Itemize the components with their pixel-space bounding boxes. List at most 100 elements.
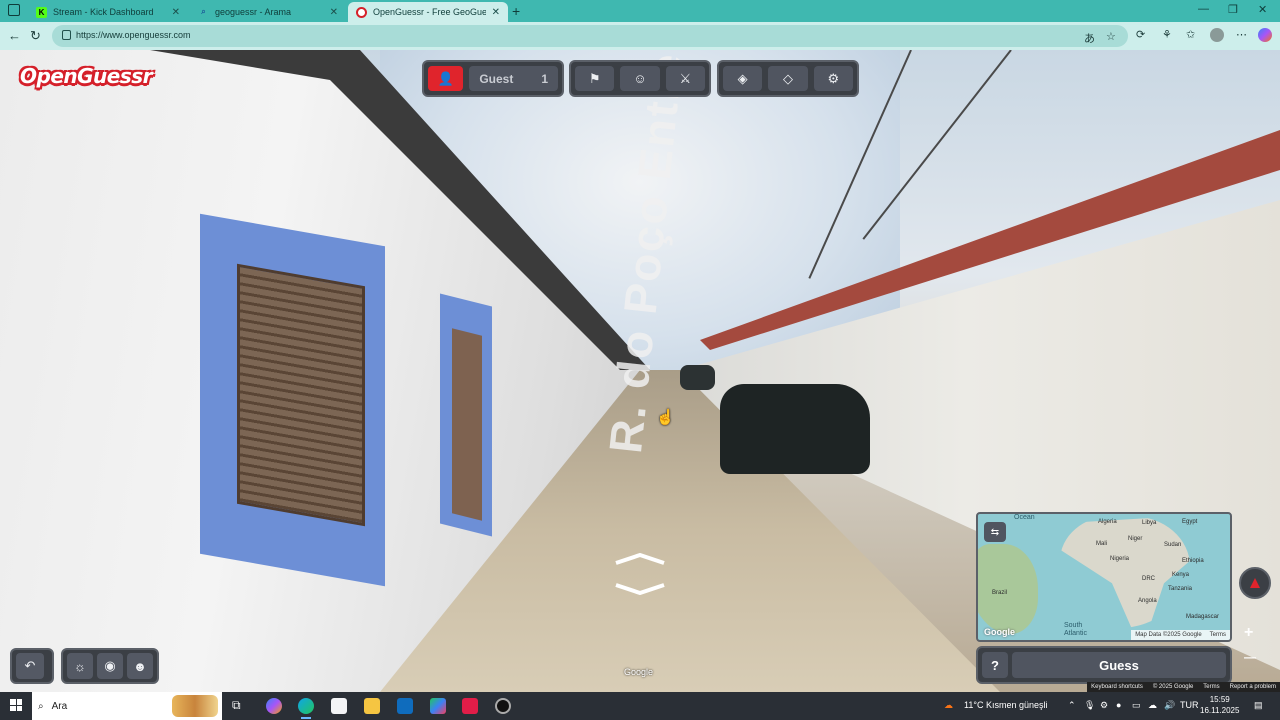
browser-tab-strip: K Stream - Kick Dashboard ✕ ⌕ geoguessr … <box>0 0 1280 22</box>
minimize-button[interactable]: — <box>1198 3 1209 15</box>
map-terms-link[interactable]: Terms <box>1210 632 1226 638</box>
tab-title: geoguessr - Arama <box>215 7 292 17</box>
file-explorer-icon[interactable] <box>364 698 380 714</box>
translate-icon[interactable]: あ <box>1084 30 1095 46</box>
cloud-icon[interactable]: ☁ <box>1148 700 1157 711</box>
multiplayer-button[interactable]: ☺ <box>620 66 660 91</box>
battle-button[interactable]: ⚔ <box>665 66 705 91</box>
compass[interactable] <box>1239 567 1271 599</box>
player-panel: 👤 Guest 1 <box>422 60 564 97</box>
favorites-icon[interactable]: ✩ <box>1186 28 1195 41</box>
restore-button[interactable]: ❐ <box>1228 3 1238 16</box>
leaderboard-button[interactable]: ⚑ <box>575 66 615 91</box>
openguessr-icon <box>356 6 367 18</box>
close-icon[interactable]: ✕ <box>172 7 180 18</box>
more-menu-icon[interactable]: ⋯ <box>1236 28 1247 41</box>
map-label: Algeria <box>1098 519 1117 525</box>
zoom-out-button[interactable]: — <box>1244 650 1256 664</box>
profile-avatar[interactable] <box>1210 28 1224 42</box>
map-settings-button[interactable]: ⇆ <box>984 522 1006 542</box>
tray-app-icon[interactable]: ⚙ <box>1100 700 1108 711</box>
settings-panel: ◈ ◇ ⚙ <box>717 60 859 97</box>
reddit-button[interactable]: ☻ <box>127 653 153 679</box>
discord-button[interactable]: ◉ <box>97 653 123 679</box>
favorite-star-icon[interactable]: ☆ <box>1106 30 1116 43</box>
openguessr-logo[interactable]: OpenGuessr <box>20 64 153 88</box>
guess-minimap[interactable]: Ocean Algeria Libya Egypt Mali Niger Sud… <box>976 512 1232 642</box>
help-button[interactable]: ? <box>982 652 1008 678</box>
layers-icon: ◈ <box>737 70 748 86</box>
url-field[interactable]: https://www.openguessr.com あ ☆ <box>52 25 1128 47</box>
search-icon: ⌕ <box>38 700 44 712</box>
mode-panel: ⚑ ☺ ⚔ <box>569 60 711 97</box>
task-view-icon[interactable]: ⧉ <box>232 698 248 714</box>
tab-search[interactable]: ⌕ geoguessr - Arama ✕ <box>190 2 346 22</box>
crossed-swords-icon: ⚔ <box>679 70 692 86</box>
google-logo: Google <box>984 627 1015 637</box>
weather-text[interactable]: 11°C Kısmen güneşli <box>964 700 1047 710</box>
tab-title: OpenGuessr - Free GeoGuessr Alt <box>373 7 486 17</box>
copilot-app-icon[interactable] <box>266 698 282 714</box>
store-icon[interactable] <box>331 698 347 714</box>
outlook-icon[interactable] <box>397 698 413 714</box>
clock[interactable]: 15:59 16.11.2025 <box>1200 694 1239 716</box>
map-label: Madagascar <box>1186 614 1220 620</box>
new-tab-button[interactable]: + <box>512 3 520 19</box>
site-info-icon[interactable] <box>62 30 71 40</box>
player-count: 1 <box>541 71 548 86</box>
tab-title: Stream - Kick Dashboard <box>53 7 154 17</box>
tab-kick[interactable]: K Stream - Kick Dashboard ✕ <box>28 2 188 22</box>
report-bug-button[interactable]: ☼ <box>67 653 93 679</box>
wps-icon[interactable] <box>462 698 478 714</box>
map-label: Sudan <box>1164 542 1182 548</box>
tab-actions-icon[interactable] <box>8 4 20 16</box>
tray-app-icon[interactable]: ● <box>1116 700 1121 710</box>
extensions-sync-icon[interactable]: ⟳ <box>1136 28 1145 41</box>
edge-browser-icon[interactable] <box>298 698 314 719</box>
map-label: South Atlantic <box>1064 622 1087 637</box>
m365-icon[interactable] <box>430 698 446 714</box>
window-close-button[interactable]: ✕ <box>1258 3 1267 16</box>
terms-link[interactable]: Terms <box>1203 684 1219 690</box>
move-backward-arrow[interactable] <box>614 582 666 596</box>
windows-start-icon[interactable] <box>10 699 22 711</box>
close-icon[interactable]: ✕ <box>330 7 338 18</box>
url-text: https://www.openguessr.com <box>76 30 191 40</box>
gear-icon: ⚙ <box>827 70 840 86</box>
undo-arrow-icon: ↶ <box>24 658 36 673</box>
close-icon[interactable]: ✕ <box>492 7 500 18</box>
back-icon[interactable]: ← <box>8 28 21 43</box>
settings-button[interactable]: ⚙ <box>813 66 853 91</box>
return-to-start-button[interactable]: ↶ <box>16 653 44 679</box>
language-indicator[interactable]: TUR <box>1180 700 1199 710</box>
microphone-icon[interactable]: 🎙 <box>1084 700 1095 711</box>
obs-icon[interactable] <box>495 698 511 714</box>
map-label: Kenya <box>1172 572 1190 578</box>
user-icon: 👤 <box>437 70 454 86</box>
display-icon[interactable]: ▭ <box>1132 700 1141 711</box>
map-label: Libya <box>1142 520 1157 526</box>
guess-button[interactable]: Guess <box>1012 652 1226 678</box>
notifications-icon[interactable]: ▤ <box>1254 700 1263 711</box>
education-button[interactable]: ◇ <box>768 66 808 91</box>
speaker-icon[interactable]: 🔊 <box>1164 700 1175 711</box>
report-problem-link[interactable]: Report a problem <box>1230 684 1276 690</box>
zoom-in-button[interactable]: + <box>1244 624 1253 642</box>
account-button[interactable]: 👤 <box>428 66 464 91</box>
tab-openguessr[interactable]: OpenGuessr - Free GeoGuessr Alt ✕ <box>348 2 508 22</box>
map-label: Nigeria <box>1110 556 1130 562</box>
street-view-panorama[interactable]: R. do Poço Entre ☝ OpenGuessr 👤 Guest 1 … <box>0 50 1280 692</box>
kick-icon: K <box>36 6 47 18</box>
map-select-button[interactable]: ◈ <box>723 66 763 91</box>
copilot-icon[interactable] <box>1258 28 1272 42</box>
compass-needle-icon <box>1250 578 1260 588</box>
clock-date: 16.11.2025 <box>1200 706 1240 715</box>
extension-icon[interactable]: ⚘ <box>1162 28 1172 41</box>
tray-chevron-icon[interactable]: ⌃ <box>1068 700 1076 711</box>
taskbar-search[interactable]: ⌕ Ara <box>32 692 222 720</box>
move-forward-arrow[interactable] <box>614 552 666 565</box>
refresh-icon[interactable]: ↻ <box>30 28 41 44</box>
map-attribution: Map Data ©2025 Google Terms <box>1131 630 1230 640</box>
guest-indicator[interactable]: Guest 1 <box>469 66 558 91</box>
keyboard-shortcuts-link[interactable]: Keyboard shortcuts <box>1091 684 1143 690</box>
